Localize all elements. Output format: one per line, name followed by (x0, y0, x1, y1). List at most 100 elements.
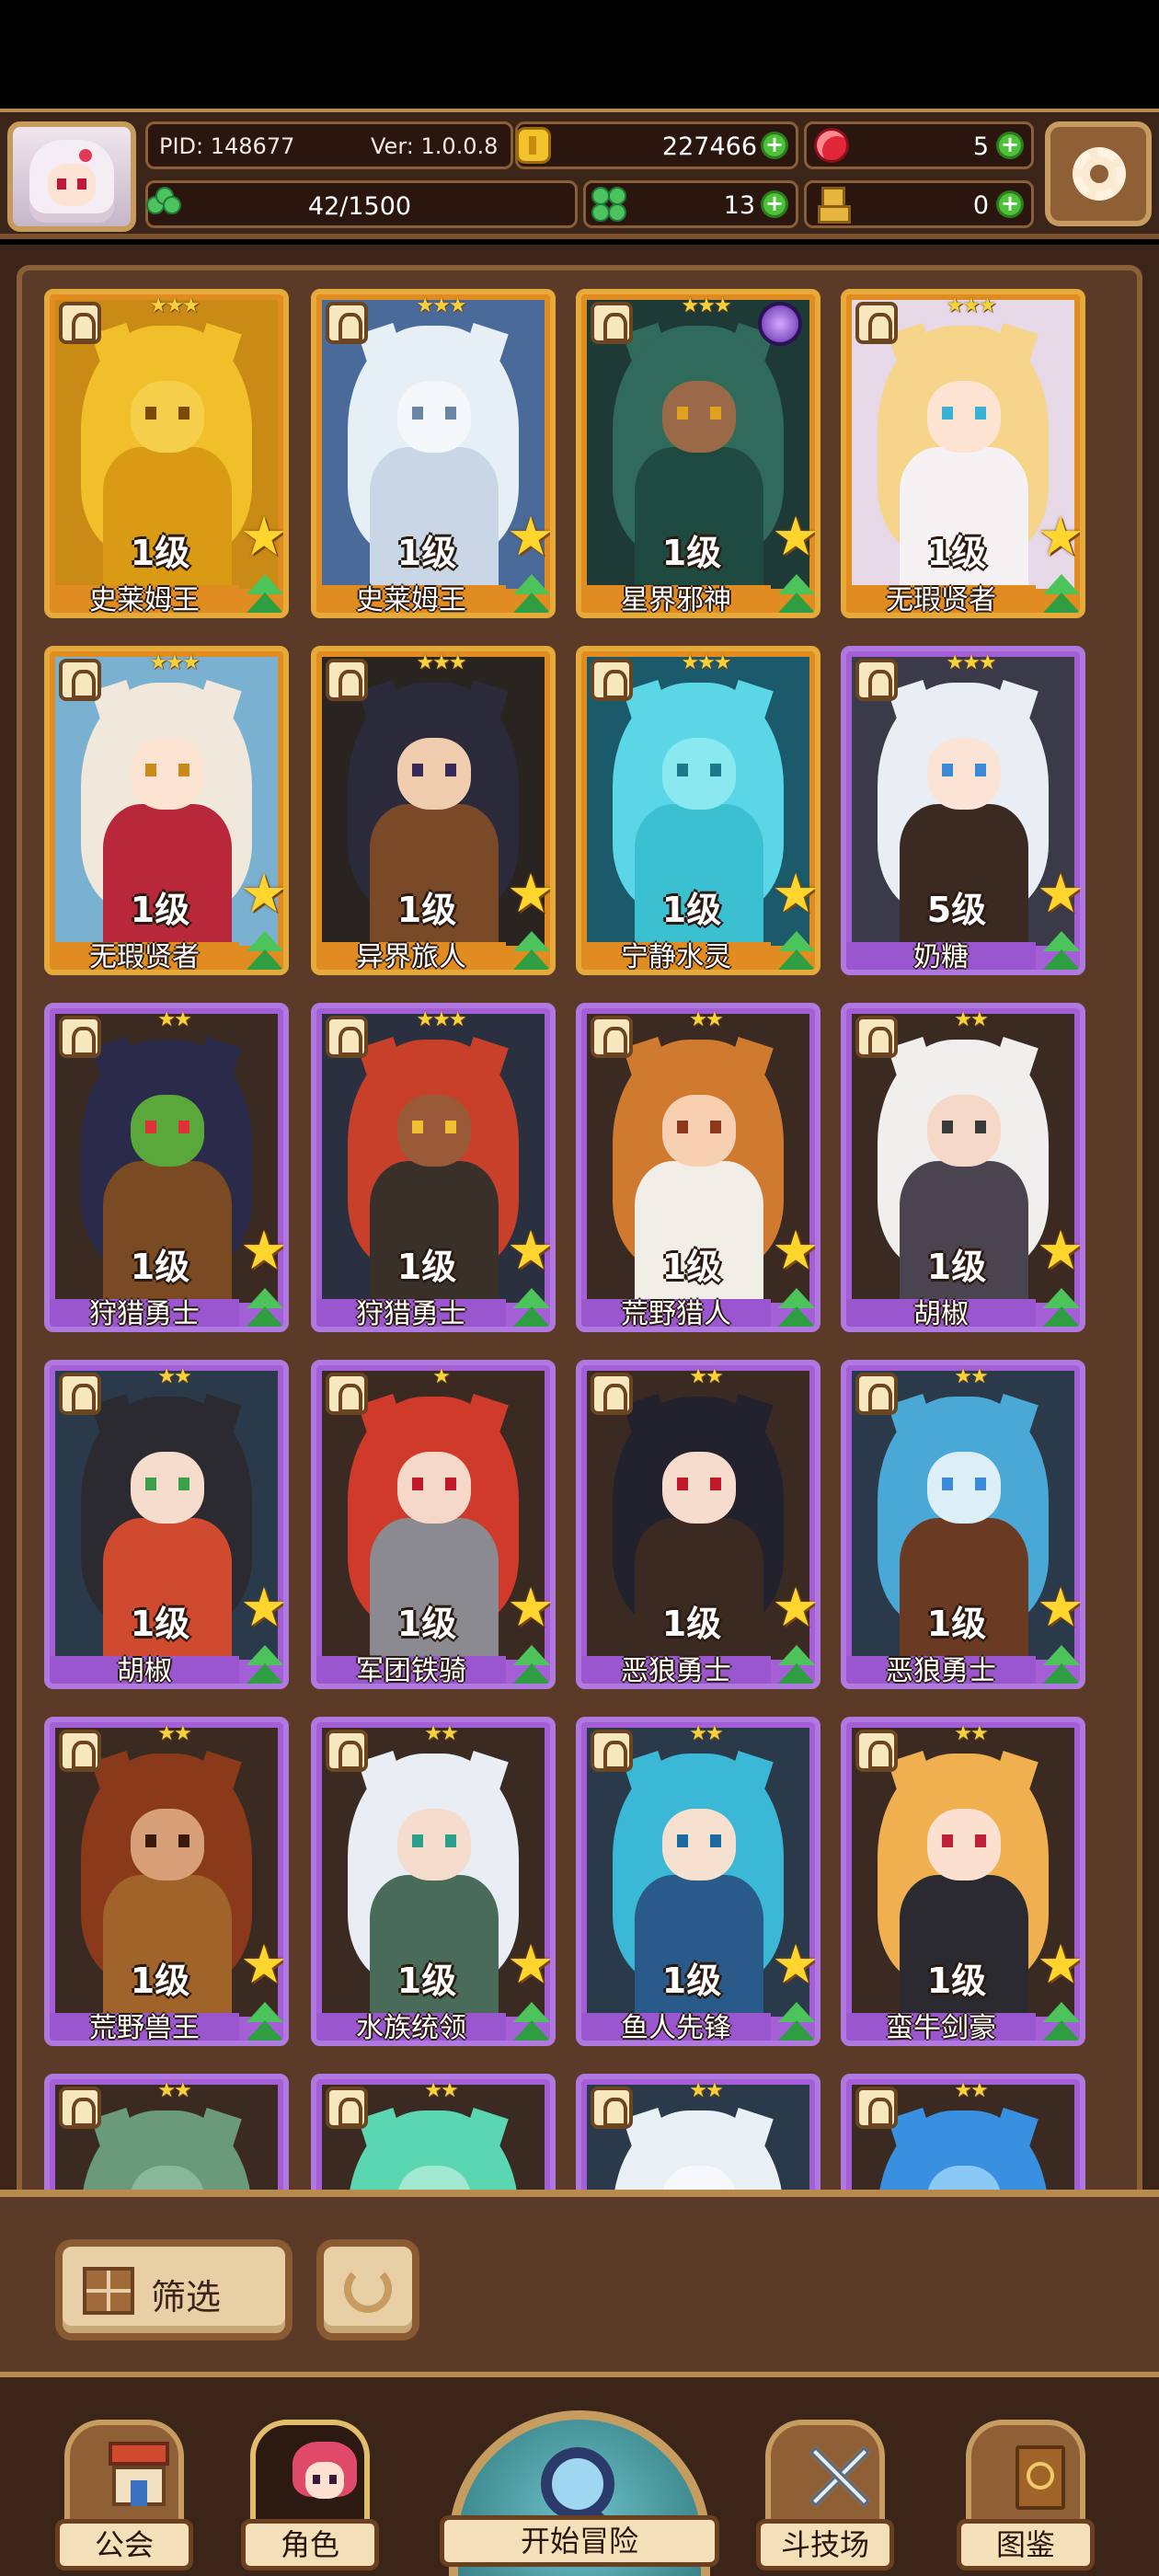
hero-card[interactable]: ★★ 1级 ★ 蛮牛剑豪 (841, 1717, 1085, 2046)
hero-level: 1级 (130, 1604, 190, 1644)
hero-level: 1级 (926, 1961, 987, 2001)
star-rating: ★★ (157, 1722, 191, 1745)
red-gem-icon (814, 128, 849, 163)
star-rating: ★★★ (946, 651, 996, 674)
hero-card[interactable]: ★★ 1级 ★ 胡椒 (841, 1003, 1085, 1332)
hero-card[interactable]: ★★ 1级 ★ 狩猎勇士 (44, 1003, 289, 1332)
hero-name: 荒野兽王 (89, 2012, 200, 2044)
level-up-arrow-icon (243, 1288, 283, 1327)
hero-card[interactable]: ★★★ 1级 ★ 无瑕贤者 (44, 646, 289, 975)
class-type-icon (326, 659, 368, 701)
hero-card[interactable]: ★★★ 1级 ★ 史莱姆王 (311, 289, 556, 618)
star-rating: ★★ (954, 2079, 988, 2102)
hero-card[interactable]: ★★ 1级 ★ 鱼人先锋 (576, 1717, 820, 2046)
hero-grid[interactable]: ★★★ 1级 ★ 史莱姆王 ★★★ 1级 ★ 史莱姆王 ★★★ 1级 ★ 星界邪神 ★★★ 1级 ★ 无瑕贤者… (17, 265, 1142, 2206)
star-rating: ★★ (424, 1722, 458, 1745)
hero-name: 胡椒 (913, 1298, 969, 1330)
star-upgrade-icon: ★ (1037, 505, 1084, 568)
level-up-arrow-icon (243, 1645, 283, 1684)
nav-start-adventure[interactable]: 开始冒险 (440, 2410, 719, 2576)
hero-name: 奶糖 (913, 941, 969, 973)
hero-name: 史莱姆王 (356, 584, 466, 616)
capacity-bar: 42/1500 (145, 180, 578, 228)
star-rating: ★★ (424, 2079, 458, 2102)
level-up-arrow-icon (1039, 1288, 1080, 1327)
star-rating: ★★ (689, 1008, 723, 1031)
hero-level: 1级 (926, 1604, 987, 1644)
leaf-icon (146, 187, 183, 224)
hero-card[interactable]: ★★ 1级 ★ 荒野兽王 (44, 1717, 289, 2046)
star-upgrade-icon: ★ (240, 1219, 288, 1282)
astral-orb-icon (758, 302, 802, 346)
hero-card[interactable]: ★★★ 5级 ★ 奶糖 (841, 646, 1085, 975)
hero-card[interactable]: ★★ (576, 2074, 820, 2201)
level-up-arrow-icon (243, 574, 283, 613)
hero-card[interactable]: ★★ 1级 ★ 恶狼勇士 (841, 1360, 1085, 1689)
star-rating: ★★★ (681, 294, 731, 317)
hero-card[interactable]: ★★ 1级 ★ 荒野猎人 (576, 1003, 820, 1332)
hero-card[interactable]: ★★★ 1级 ★ 狩猎勇士 (311, 1003, 556, 1332)
hero-card[interactable]: ★★★ 1级 ★ 异界旅人 (311, 646, 556, 975)
hero-card[interactable]: ★ 1级 ★ 军团铁骑 (311, 1360, 556, 1689)
hero-level: 1级 (130, 533, 190, 573)
hero-level: 1级 (130, 1961, 190, 2001)
level-up-arrow-icon (1039, 574, 1080, 613)
reset-filter-button[interactable] (316, 2239, 419, 2340)
nav-arena[interactable]: 斗技场 (756, 2420, 894, 2576)
class-type-icon (855, 2087, 898, 2129)
hero-level: 1级 (661, 533, 722, 573)
hero-card[interactable]: ★★ 1级 ★ 水族统领 (311, 1717, 556, 2046)
hero-level: 1级 (396, 1604, 457, 1644)
level-up-arrow-icon (775, 1645, 815, 1684)
add-gem-button[interactable]: + (996, 132, 1024, 159)
hero-name: 蛮牛剑豪 (886, 2012, 996, 2044)
hero-card[interactable]: ★★ 1级 ★ 恶狼勇士 (576, 1360, 820, 1689)
star-upgrade-icon: ★ (507, 505, 555, 568)
class-type-icon (59, 659, 101, 701)
clover-counter: 13 + (583, 180, 798, 228)
class-type-icon (59, 1730, 101, 1772)
hero-card[interactable]: ★★ 1级 ★ 胡椒 (44, 1360, 289, 1689)
nav-codex[interactable]: 图鉴 (957, 2420, 1095, 2576)
hero-name: 军团铁骑 (356, 1655, 466, 1687)
star-rating: ★★★ (149, 294, 200, 317)
hero-card[interactable]: ★★★ 1级 ★ 无瑕贤者 (841, 289, 1085, 618)
player-id: PID: 148677 (159, 133, 295, 159)
filter-toolbar: 筛选 (0, 2190, 1159, 2374)
nav-characters[interactable]: 角色 (241, 2420, 379, 2576)
level-up-arrow-icon (775, 931, 815, 970)
player-avatar[interactable] (7, 121, 136, 232)
star-rating: ★★ (954, 1008, 988, 1031)
star-upgrade-icon: ★ (507, 1576, 555, 1639)
nav-adventure-label: 开始冒险 (520, 2524, 638, 2559)
hero-card[interactable]: ★★ (841, 2074, 1085, 2201)
filter-button[interactable]: 筛选 (55, 2239, 293, 2340)
star-upgrade-icon: ★ (507, 862, 555, 925)
hero-card[interactable]: ★★★ 1级 ★ 史莱姆王 (44, 289, 289, 618)
nav-guild[interactable]: 公会 (55, 2420, 193, 2576)
nav-guild-label: 公会 (94, 2527, 154, 2562)
nav-codex-label: 图鉴 (995, 2527, 1055, 2562)
star-rating: ★★ (954, 1365, 988, 1388)
hero-level: 1级 (396, 1961, 457, 2001)
clover-amount: 13 (723, 191, 755, 220)
hero-card[interactable]: ★★★ 1级 ★ 宁静水灵 (576, 646, 820, 975)
star-rating: ★★ (689, 1365, 723, 1388)
settings-button[interactable] (1045, 121, 1152, 226)
star-rating: ★★ (689, 2079, 723, 2102)
hero-card[interactable]: ★★ (311, 2074, 556, 2201)
hero-card[interactable]: ★★★ 1级 ★ 星界邪神 (576, 289, 820, 618)
class-type-icon (59, 2087, 101, 2129)
refresh-icon (344, 2265, 392, 2313)
add-clover-button[interactable]: + (761, 190, 788, 218)
hero-name: 鱼人先锋 (621, 2012, 731, 2044)
add-boots-button[interactable]: + (996, 190, 1024, 218)
level-up-arrow-icon (510, 931, 550, 970)
level-up-arrow-icon (243, 931, 283, 970)
level-up-arrow-icon (1039, 2002, 1080, 2041)
hero-card[interactable]: ★★ (44, 2074, 289, 2201)
hero-level: 1级 (396, 533, 457, 573)
star-upgrade-icon: ★ (1037, 1933, 1084, 1995)
top-status-bar: PID: 148677 Ver: 1.0.0.8 227466 + 5 + 42… (0, 109, 1159, 239)
add-gold-button[interactable]: + (761, 132, 788, 159)
